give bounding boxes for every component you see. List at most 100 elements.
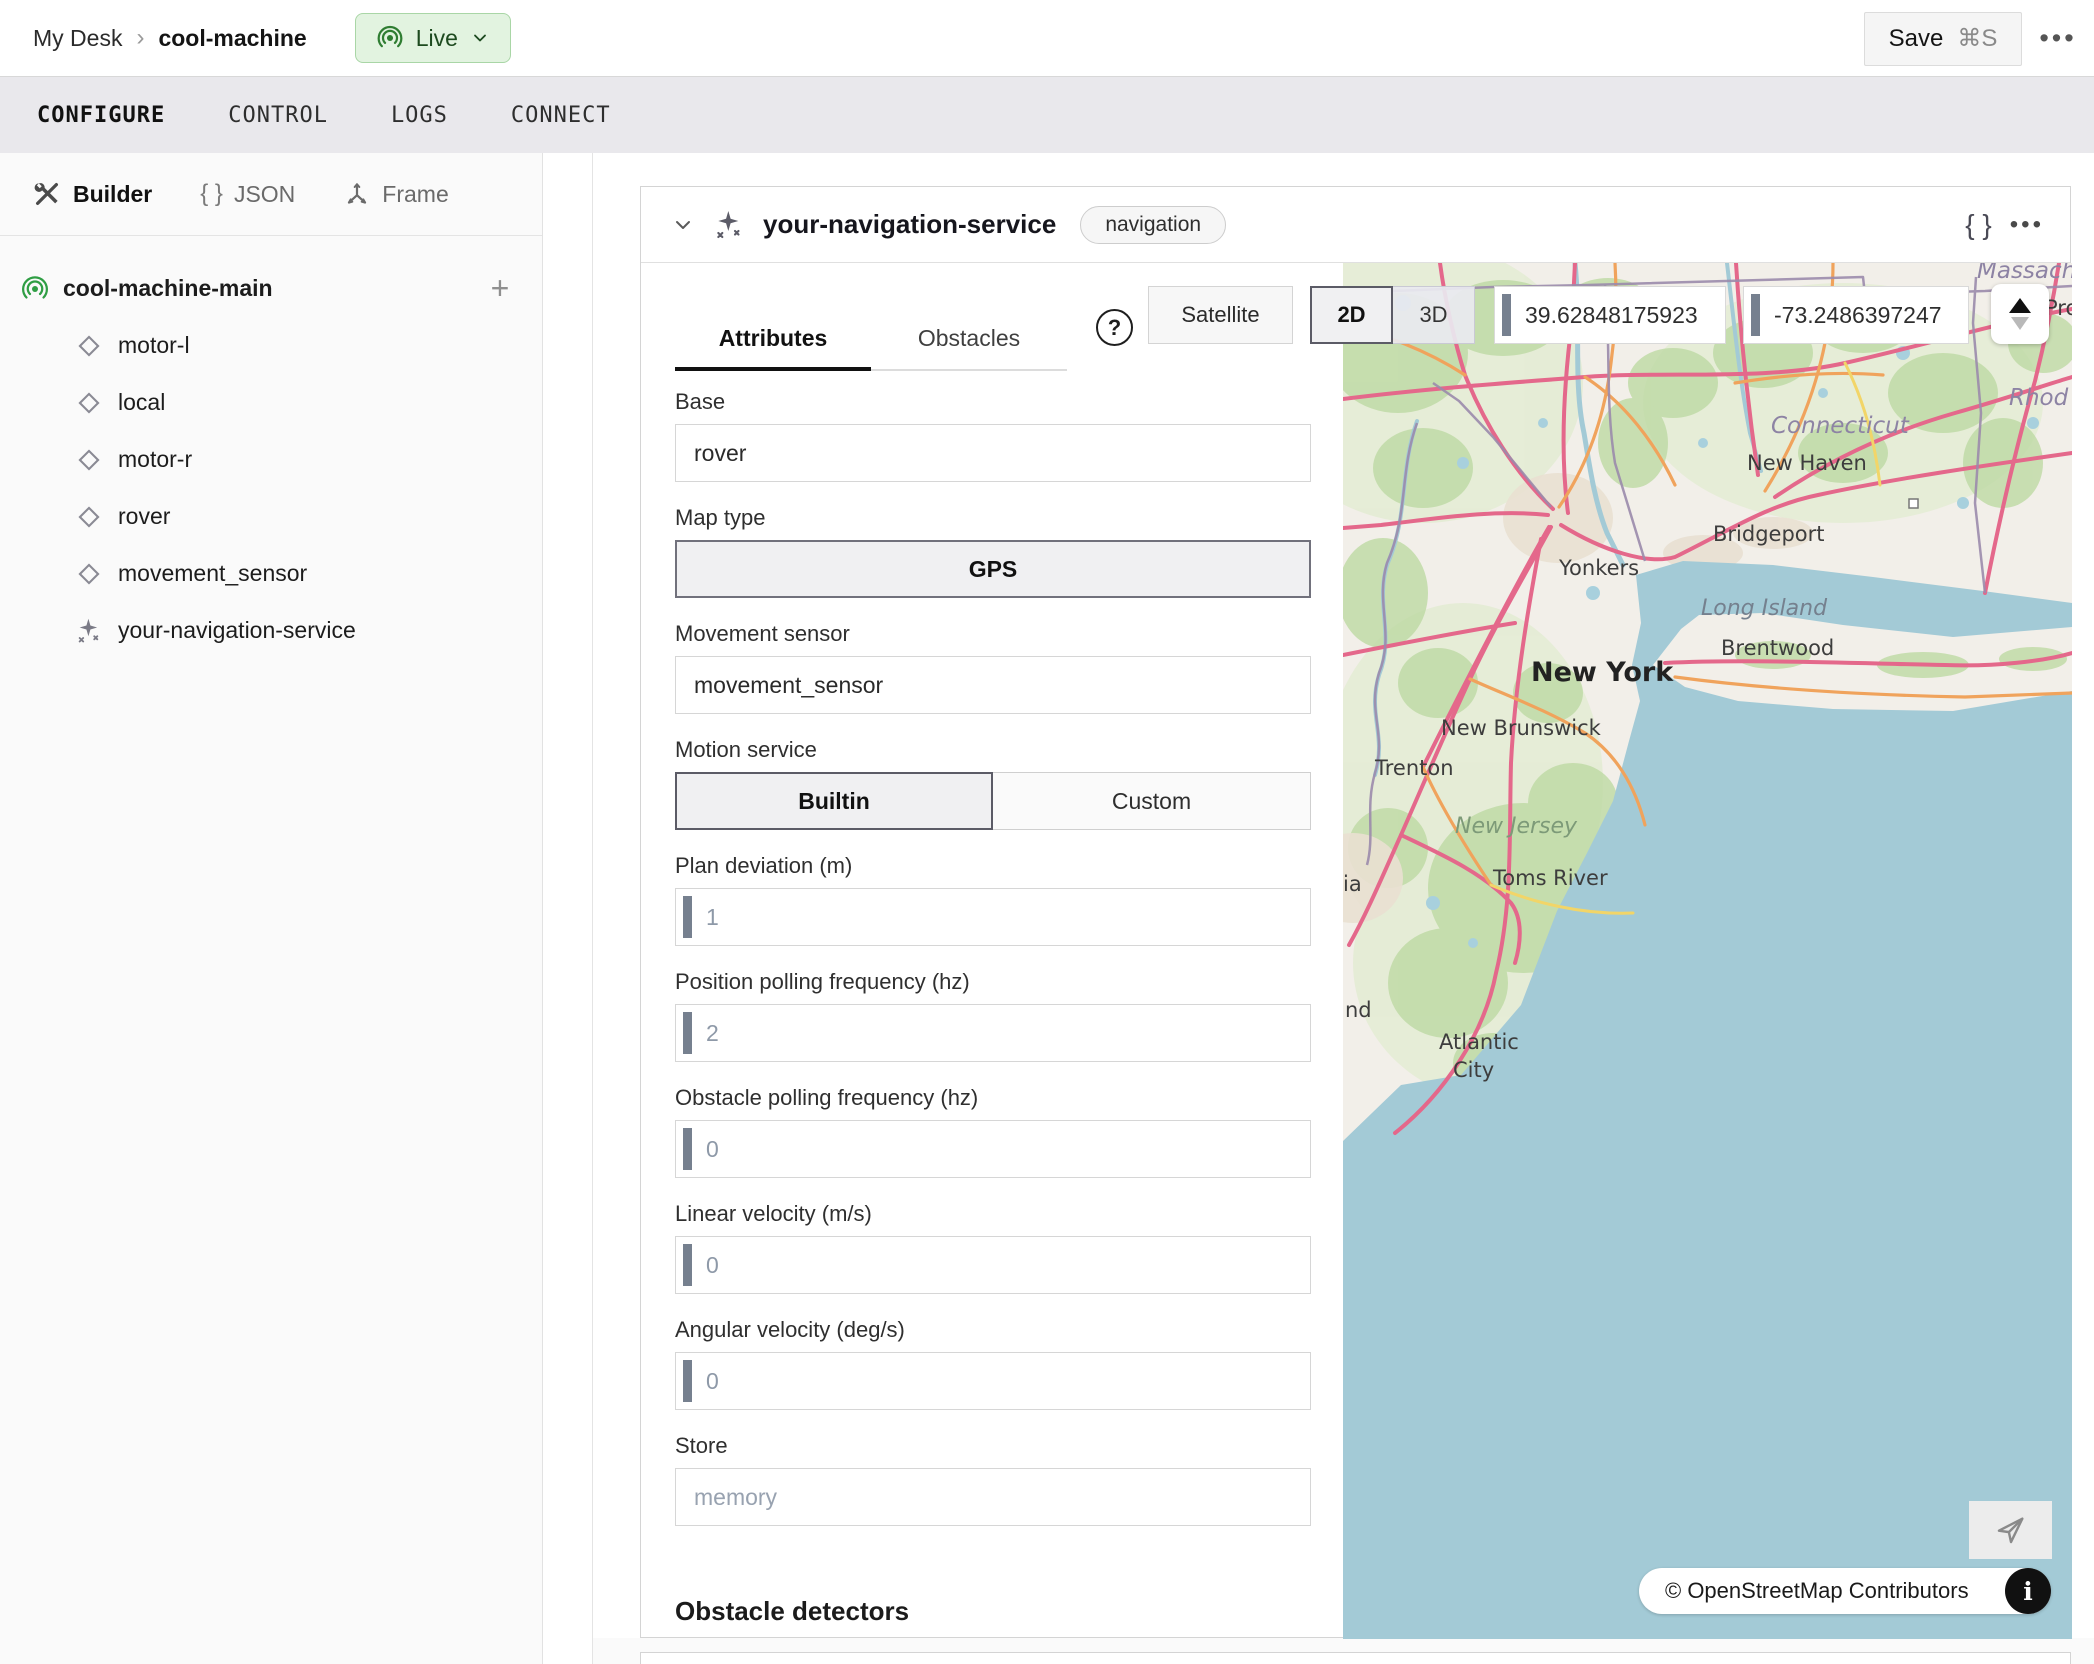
recenter-map-button[interactable] <box>1969 1501 2052 1559</box>
navigation-arrow-icon <box>1994 1513 2028 1547</box>
linear-velocity-input[interactable]: 0 <box>675 1236 1311 1294</box>
collapse-chevron-icon[interactable] <box>671 213 695 237</box>
zoom-stepper[interactable] <box>1991 284 2049 344</box>
card-menu-button[interactable]: ••• <box>2010 211 2050 239</box>
tab-control[interactable]: CONTROL <box>228 103 328 128</box>
tree-item-motor-l[interactable]: motor-l <box>0 317 542 374</box>
tree-item-local[interactable]: local <box>0 374 542 431</box>
navigation-map[interactable]: MassachuProRhodConnecticutNew HavenBridg… <box>1343 263 2072 1639</box>
tab-connect[interactable]: CONNECT <box>511 103 611 128</box>
base-input[interactable]: rover <box>675 424 1311 482</box>
map-label: Long Island <box>1701 596 1828 621</box>
step-up-icon <box>2009 298 2031 313</box>
map-label: City <box>1453 1058 1494 1082</box>
component-diamond-icon <box>75 389 103 417</box>
map-2d-button[interactable]: 2D <box>1310 286 1393 344</box>
field-movement-sensor: Movement sensor movement_sensor <box>675 623 1311 714</box>
app-screen: My Desk › cool-machine Live Save ⌘S ••• … <box>0 0 2094 1664</box>
live-status-dropdown[interactable]: Live <box>355 13 511 63</box>
map-label: Atlantic <box>1439 1030 1519 1054</box>
field-obstacle-polling: Obstacle polling frequency (hz) 0 <box>675 1087 1311 1178</box>
save-button[interactable]: Save ⌘S <box>1864 12 2022 66</box>
tree-item-navigation-service[interactable]: your-navigation-service <box>0 602 542 659</box>
view-frame[interactable]: Frame <box>343 180 448 208</box>
motion-service-toggle: Builtin Custom <box>675 772 1311 830</box>
edit-json-button[interactable]: { } <box>1965 209 1991 241</box>
top-bar: My Desk › cool-machine Live Save ⌘S ••• <box>0 0 2094 77</box>
tab-logs[interactable]: LOGS <box>391 103 448 128</box>
movement-sensor-input[interactable]: movement_sensor <box>675 656 1311 714</box>
tools-icon <box>32 179 62 209</box>
attributes-form: Base rover Map type GPS Movement sensor … <box>675 391 1311 1627</box>
machine-broadcast-icon <box>20 274 50 304</box>
tab-obstacles[interactable]: Obstacles <box>871 307 1067 369</box>
service-title: your-navigation-service <box>763 209 1056 240</box>
map-marker <box>1909 499 1918 508</box>
attribute-tabs: Attributes Obstacles <box>675 307 1067 371</box>
map-label: Yonkers <box>1558 556 1639 580</box>
position-polling-label: Position polling frequency (hz) <box>675 971 1311 993</box>
main-tab-bar: CONFIGURE CONTROL LOGS CONNECT <box>0 77 2094 153</box>
tree-item-label: motor-l <box>118 332 190 359</box>
satellite-toggle-button[interactable]: Satellite <box>1148 286 1293 344</box>
breadcrumb-my-desk[interactable]: My Desk <box>33 25 122 52</box>
broadcast-icon <box>376 24 404 52</box>
obstacle-polling-label: Obstacle polling frequency (hz) <box>675 1087 1311 1109</box>
map-3d-button[interactable]: 3D <box>1392 286 1475 344</box>
breadcrumb: My Desk › cool-machine <box>0 24 307 52</box>
config-sidebar: Builder { } JSON Frame c <box>0 153 543 1664</box>
view-builder[interactable]: Builder <box>32 179 152 209</box>
info-icon[interactable]: i <box>2005 1568 2051 1614</box>
tree-item-machine-main[interactable]: cool-machine-main + <box>0 260 542 317</box>
map-type-gps-button[interactable]: GPS <box>675 540 1311 598</box>
service-type-badge: navigation <box>1080 206 1226 244</box>
view-json[interactable]: { } JSON <box>200 180 295 208</box>
movement-sensor-label: Movement sensor <box>675 623 1311 645</box>
map-dimension-toggle: 2D 3D <box>1310 286 1476 344</box>
plan-deviation-label: Plan deviation (m) <box>675 855 1311 877</box>
map-label: Bridgeport <box>1713 522 1825 546</box>
position-polling-input[interactable]: 2 <box>675 1004 1311 1062</box>
tree-item-label: motor-r <box>118 446 192 473</box>
attribution-link[interactable]: © OpenStreetMap Contributors <box>1665 1578 1969 1604</box>
more-options-button[interactable]: ••• <box>2022 12 2094 66</box>
linear-velocity-label: Linear velocity (m/s) <box>675 1203 1311 1225</box>
tree-item-movement-sensor[interactable]: movement_sensor <box>0 545 542 602</box>
tab-attributes[interactable]: Attributes <box>675 307 871 369</box>
tree-item-label: movement_sensor <box>118 560 307 587</box>
component-diamond-icon <box>75 446 103 474</box>
help-icon[interactable]: ? <box>1096 309 1133 346</box>
tree-item-label: your-navigation-service <box>118 617 356 644</box>
frame-axes-icon <box>343 180 371 208</box>
base-label: Base <box>675 391 1311 413</box>
tree-item-label: local <box>118 389 165 416</box>
angular-velocity-input[interactable]: 0 <box>675 1352 1311 1410</box>
map-label: New Brunswick <box>1441 716 1602 740</box>
store-input[interactable]: memory <box>675 1468 1311 1526</box>
obstacle-polling-input[interactable]: 0 <box>675 1120 1311 1178</box>
add-component-button[interactable]: + <box>480 268 520 308</box>
breadcrumb-machine-name: cool-machine <box>158 25 306 52</box>
tab-configure[interactable]: CONFIGURE <box>37 103 165 128</box>
builtin-button[interactable]: Builtin <box>675 772 993 830</box>
custom-button[interactable]: Custom <box>993 772 1311 830</box>
latitude-input[interactable]: 39.62848175923 <box>1494 286 1726 344</box>
tree-item-rover[interactable]: rover <box>0 488 542 545</box>
plan-deviation-input[interactable]: 1 <box>675 888 1311 946</box>
step-down-icon <box>2011 317 2029 330</box>
longitude-input[interactable]: -73.2486397247 <box>1743 286 1969 344</box>
map-label: New Jersey <box>1455 814 1578 839</box>
field-base: Base rover <box>675 391 1311 482</box>
view-toggle: Builder { } JSON Frame <box>0 153 542 236</box>
live-label: Live <box>416 25 458 52</box>
tree-item-motor-r[interactable]: motor-r <box>0 431 542 488</box>
field-angular-velocity: Angular velocity (deg/s) 0 <box>675 1319 1311 1410</box>
next-card-edge <box>640 1652 2071 1664</box>
map-type-label: Map type <box>675 507 1311 529</box>
map-label: Connecticut <box>1771 413 1910 439</box>
topbar-actions: Save ⌘S ••• <box>1864 0 2094 77</box>
map-label: Massachu <box>1977 263 2072 284</box>
angular-velocity-label: Angular velocity (deg/s) <box>675 1319 1311 1341</box>
field-motion-service: Motion service Builtin Custom <box>675 739 1311 830</box>
card-header: your-navigation-service navigation { } •… <box>641 187 2070 263</box>
